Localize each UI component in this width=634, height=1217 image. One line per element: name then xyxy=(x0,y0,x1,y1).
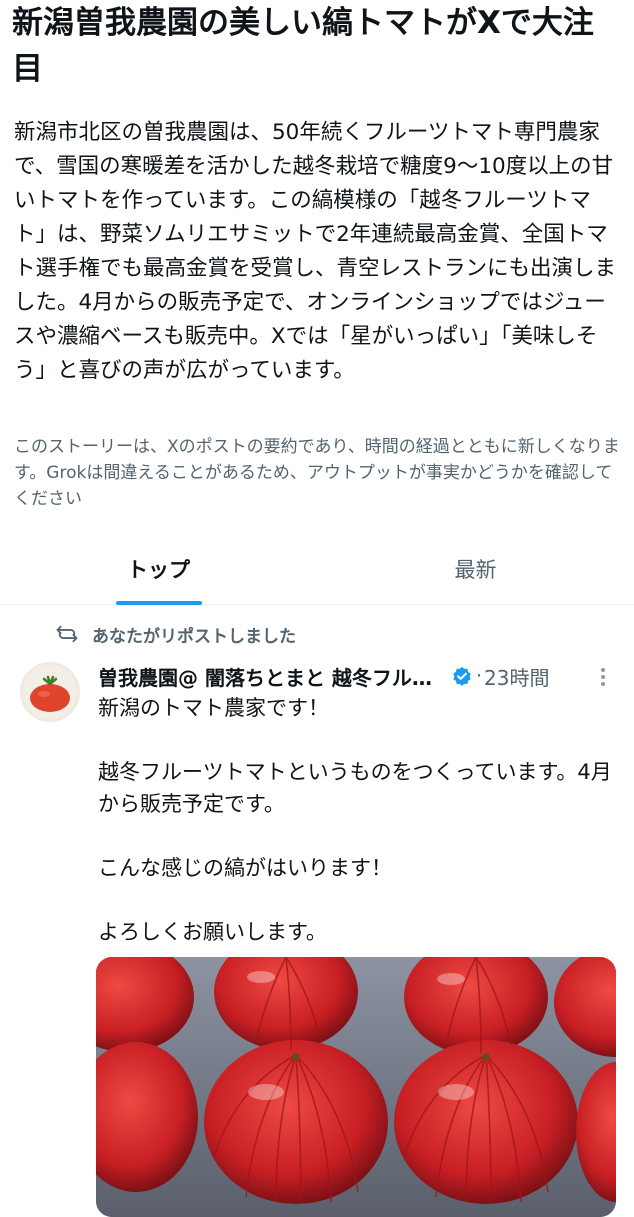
author-avatar[interactable] xyxy=(20,662,80,722)
tab-top-label: トップ xyxy=(127,558,190,582)
story-headline: 新潟曽我農園の美しい縞トマトがXで大注目 xyxy=(12,5,594,87)
more-options-icon[interactable] xyxy=(592,664,614,690)
tab-bar: トップ 最新 xyxy=(0,538,634,605)
post-header: 曽我農園@ 闇落ちとまと 越冬フルーツトマト · 23時間 xyxy=(98,660,618,692)
post-text: 新潟のトマト農家です！ 越冬フルーツトマトというものをつくっています。4月から販… xyxy=(98,692,618,948)
post-paragraph: 新潟のトマト農家です！ xyxy=(98,696,329,720)
grok-disclaimer: このストーリーは、Xのポストの要約であり、時間の経過とともに新しくなります。Gr… xyxy=(14,437,620,509)
verified-badge-icon xyxy=(453,666,471,686)
post-paragraph: よろしくお願いします。 xyxy=(98,920,327,944)
author-name[interactable]: 曽我農園@ 闇落ちとまと 越冬フルーツトマト xyxy=(98,662,444,691)
repost-icon xyxy=(56,624,78,644)
header-separator: · xyxy=(476,665,483,687)
repost-context: あなたがリポストしました xyxy=(56,620,296,648)
tab-top[interactable]: トップ xyxy=(0,538,317,605)
post-time[interactable]: 23時間 xyxy=(484,662,549,691)
active-tab-indicator xyxy=(116,601,202,605)
tab-latest[interactable]: 最新 xyxy=(317,538,634,604)
story-summary: 新潟市北区の曽我農園は、50年続くフルーツトマト専門農家で、雪国の寒暖差を活かし… xyxy=(14,120,617,383)
tab-latest-label: 最新 xyxy=(454,558,497,582)
repost-label: あなたがリポストしました xyxy=(92,626,296,647)
post-photo-striped-tomatoes[interactable] xyxy=(96,957,616,1217)
post-paragraph: こんな感じの縞がはいります！ xyxy=(98,856,392,880)
post-paragraph: 越冬フルーツトマトというものをつくっています。4月から販売予定です。 xyxy=(98,760,612,816)
